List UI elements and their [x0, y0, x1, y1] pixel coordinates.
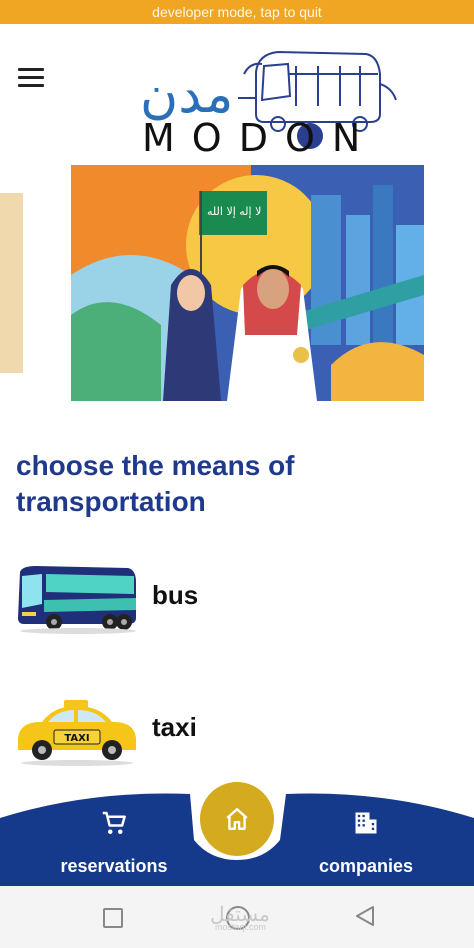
companies-label: companies [318, 856, 414, 876]
menu-icon-line [18, 84, 44, 87]
cart-icon [102, 811, 126, 834]
menu-icon-line [18, 68, 44, 71]
section-title: choose the means of transportation [16, 450, 295, 517]
taxi-sign-text: TAXI [64, 733, 89, 744]
bus-icon [18, 566, 136, 634]
companies-nav-item[interactable]: companies [310, 808, 422, 877]
menu-button[interactable] [18, 68, 44, 88]
home-button[interactable] [200, 782, 274, 856]
taxi-icon: TAXI [18, 700, 136, 766]
side-drawer-tab[interactable] [0, 193, 23, 373]
reservations-nav-item[interactable]: reservations [52, 808, 176, 877]
national-day-banner: لا إله إلا الله [71, 165, 424, 401]
taxi-label: taxi [152, 712, 197, 742]
menu-icon-line [18, 76, 44, 79]
developer-mode-bar[interactable]: developer mode, tap to quit [0, 0, 474, 24]
taxi-option[interactable]: TAXI taxi [14, 694, 314, 770]
bus-label: bus [152, 580, 199, 610]
watermark-url: mostaql.com [215, 922, 267, 932]
developer-mode-text: developer mode, tap to quit [152, 4, 322, 20]
reservations-label: reservations [60, 856, 168, 876]
building-icon [355, 812, 377, 834]
logo-latin-text: MODON [142, 116, 378, 160]
svg-text:لا إله إلا الله: لا إله إلا الله [207, 205, 261, 218]
back-icon[interactable] [354, 904, 376, 928]
bus-option[interactable]: bus [14, 562, 314, 638]
home-icon [226, 808, 248, 830]
recent-apps-button[interactable] [103, 908, 123, 928]
